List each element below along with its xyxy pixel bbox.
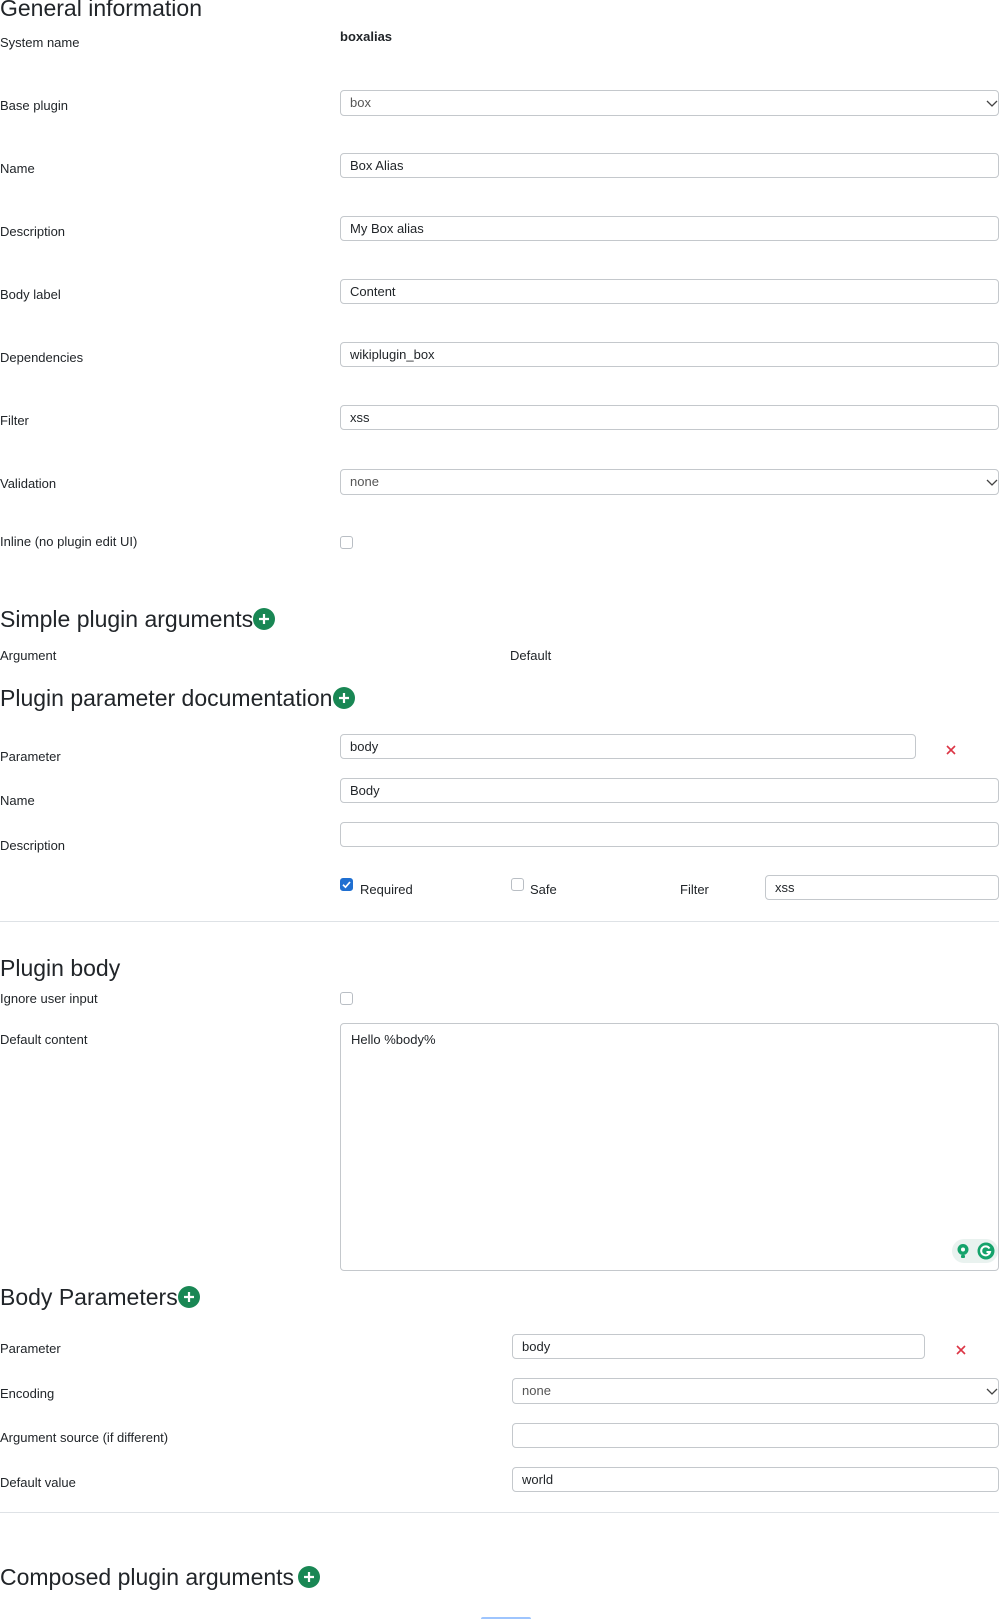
plus-icon [304,1572,314,1582]
argument-source-input[interactable] [512,1423,999,1448]
base-plugin-select[interactable]: box [340,90,999,116]
general-information-heading: General information [0,0,202,21]
body-label-label: Body label [0,287,61,302]
body-parameter-label: Parameter [0,1341,61,1356]
plus-icon [259,614,269,624]
plus-icon [184,1292,194,1302]
doc-description-label: Description [0,838,66,853]
body-parameter-input[interactable] [512,1334,925,1359]
chevron-down-icon [986,1388,998,1395]
section-divider [0,921,999,922]
doc-description-input[interactable] [340,822,999,847]
doc-filter-input[interactable] [765,875,999,900]
add-simple-argument-button[interactable] [253,608,275,630]
argument-column-header: Argument [0,648,57,663]
validation-label: Validation [0,476,57,491]
dependencies-input[interactable] [340,342,999,367]
ignore-user-input-checkbox[interactable] [340,992,353,1005]
system-name-label: System name [0,35,80,50]
grammarly-widget[interactable] [952,1239,998,1263]
default-value-label: Default value [0,1475,76,1490]
default-content-label: Default content [0,1032,88,1047]
encoding-select[interactable]: none [512,1378,999,1404]
doc-filter-label: Filter [680,882,709,897]
safe-label: Safe [530,882,557,897]
remove-parameter-doc-icon[interactable] [946,745,956,755]
name-input[interactable] [340,153,999,178]
chevron-down-icon [986,100,998,107]
base-plugin-selected-value: box [350,95,371,110]
composed-plugin-arguments-heading: Composed plugin arguments [0,1564,295,1590]
default-content-textarea[interactable]: Hello %body% [340,1023,999,1271]
checkmark-icon [342,881,351,889]
safe-checkbox[interactable] [511,878,524,891]
section-divider [0,1512,999,1513]
remove-body-parameter-icon[interactable] [956,1345,966,1355]
plus-icon [339,693,349,703]
base-plugin-label: Base plugin [0,98,68,113]
plugin-body-heading: Plugin body [0,955,121,981]
name-label: Name [0,161,35,176]
inline-checkbox[interactable] [340,536,353,549]
doc-name-label: Name [0,793,35,808]
add-parameter-doc-button[interactable] [333,687,355,709]
description-label: Description [0,224,66,239]
add-body-parameter-button[interactable] [178,1286,200,1308]
filter-label: Filter [0,413,29,428]
plugin-parameter-documentation-heading: Plugin parameter documentation [0,685,333,711]
default-value-input[interactable] [512,1467,999,1492]
validation-selected-value: none [350,474,379,489]
required-checkbox[interactable] [340,878,353,891]
encoding-label: Encoding [0,1386,55,1401]
filter-input[interactable] [340,405,999,430]
doc-parameter-label: Parameter [0,749,61,764]
description-input[interactable] [340,216,999,241]
dependencies-label: Dependencies [0,350,84,365]
required-label: Required [360,882,413,897]
validation-select[interactable]: none [340,469,999,495]
doc-parameter-input[interactable] [340,734,916,759]
simple-plugin-arguments-heading: Simple plugin arguments [0,606,254,632]
body-label-input[interactable] [340,279,999,304]
chevron-down-icon [986,479,998,486]
default-column-header: Default [510,648,552,663]
ignore-user-input-label: Ignore user input [0,991,98,1006]
argument-source-label: Argument source (if different) [0,1430,169,1445]
system-name-value: boxalias [340,29,393,44]
lightbulb-icon [957,1244,969,1258]
encoding-selected-value: none [522,1383,551,1398]
inline-label: Inline (no plugin edit UI) [0,534,138,549]
body-parameters-heading: Body Parameters [0,1284,178,1310]
add-composed-argument-button[interactable] [298,1566,320,1588]
grammarly-icon [977,1242,995,1260]
doc-name-input[interactable] [340,778,999,803]
